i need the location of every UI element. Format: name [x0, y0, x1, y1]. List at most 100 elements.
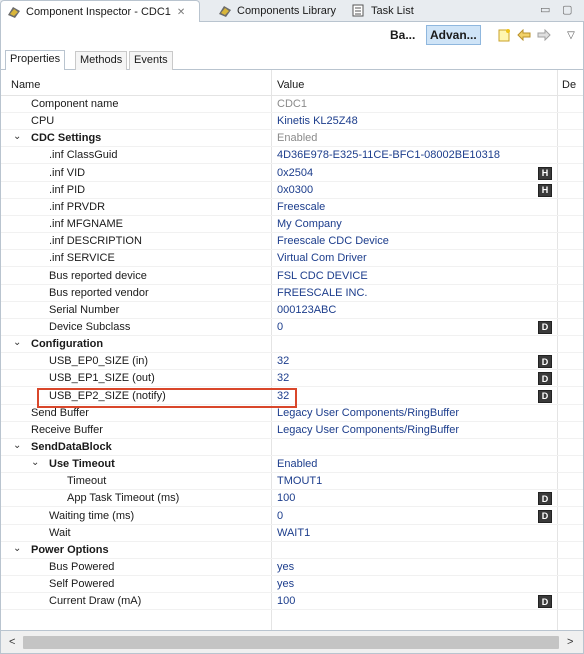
scroll-left-icon[interactable]: <: [9, 636, 15, 648]
property-row[interactable]: ⌄ Use Timeout Enabled: [1, 456, 583, 474]
property-name: Wait: [49, 526, 71, 539]
property-name: Bus reported device: [49, 269, 147, 282]
property-row[interactable]: Component name CDC1: [1, 96, 583, 113]
property-row[interactable]: .inf DESCRIPTION Freescale CDC Device: [1, 233, 583, 251]
maximize-icon[interactable]: ▢: [562, 3, 572, 16]
property-row[interactable]: Bus reported vendor FREESCALE INC.: [1, 285, 583, 302]
property-name: .inf MFGNAME: [49, 218, 123, 231]
tab-label: Task List: [371, 5, 414, 17]
tab-properties[interactable]: Properties: [5, 50, 66, 71]
hex-format-icon[interactable]: H: [538, 183, 552, 197]
decimal-format-icon[interactable]: D: [538, 372, 552, 386]
basic-mode-button[interactable]: Ba...: [387, 25, 418, 45]
decimal-format-icon[interactable]: D: [538, 595, 552, 609]
property-row[interactable]: ⌄ Configuration: [1, 336, 583, 354]
property-row[interactable]: .inf PID 0x0300 H: [1, 182, 583, 199]
property-row[interactable]: Timeout TMOUT1: [1, 473, 583, 491]
decimal-format-icon[interactable]: D: [538, 509, 552, 523]
property-row[interactable]: .inf PRVDR Freescale: [1, 199, 583, 216]
property-value[interactable]: 100: [277, 492, 295, 504]
decimal-format-icon[interactable]: D: [538, 492, 552, 506]
property-row[interactable]: Bus reported device FSL CDC DEVICE: [1, 268, 583, 285]
property-value[interactable]: Freescale CDC Device: [277, 235, 389, 247]
property-row[interactable]: App Task Timeout (ms) 100 D: [1, 490, 583, 508]
property-value[interactable]: FREESCALE INC.: [277, 287, 367, 299]
property-row[interactable]: .inf SERVICE Virtual Com Driver: [1, 250, 583, 268]
tab-components-library[interactable]: Components Library: [212, 0, 342, 22]
property-row[interactable]: Self Powered yes: [1, 576, 583, 594]
back-arrow-icon[interactable]: [516, 27, 532, 43]
property-name: Configuration: [31, 338, 104, 351]
property-name: USB_EP0_SIZE (in): [49, 355, 149, 368]
property-value[interactable]: 100: [277, 595, 295, 607]
property-value[interactable]: CDC1: [277, 98, 307, 110]
column-header-details[interactable]: De: [562, 79, 576, 91]
property-row[interactable]: Waiting time (ms) 0 D: [1, 508, 583, 525]
property-value[interactable]: Kinetis KL25Z48: [277, 115, 358, 127]
property-value[interactable]: TMOUT1: [277, 475, 322, 487]
property-row[interactable]: .inf VID 0x2504 H: [1, 165, 583, 182]
property-value[interactable]: Virtual Com Driver: [277, 252, 367, 264]
property-row[interactable]: .inf MFGNAME My Company: [1, 216, 583, 234]
property-row[interactable]: Serial Number 000123ABC: [1, 302, 583, 319]
tab-component-inspector[interactable]: Component Inspector - CDC1 ✕: [0, 0, 200, 23]
decimal-format-icon[interactable]: D: [538, 389, 552, 403]
property-name: Self Powered: [49, 578, 115, 591]
chevron-down-icon[interactable]: ⌄: [13, 337, 21, 348]
column-header-name[interactable]: Name: [11, 79, 40, 91]
property-name: Receive Buffer: [31, 423, 103, 436]
chevron-down-icon[interactable]: ⌄: [13, 543, 21, 554]
property-value[interactable]: Enabled: [277, 458, 317, 470]
minimize-icon[interactable]: ▭: [540, 3, 550, 16]
property-row[interactable]: Device Subclass 0 D: [1, 319, 583, 336]
property-name: SendDataBlock: [31, 441, 112, 453]
chevron-down-icon[interactable]: ⌄: [13, 440, 21, 451]
property-value[interactable]: 0: [277, 510, 283, 522]
property-value[interactable]: WAIT1: [277, 527, 310, 539]
tab-task-list[interactable]: Task List: [346, 0, 420, 22]
property-row[interactable]: USB_EP0_SIZE (in) 32 D: [1, 353, 583, 371]
property-row[interactable]: Bus Powered yes: [1, 559, 583, 577]
forward-arrow-icon[interactable]: [536, 27, 552, 43]
column-header-value[interactable]: Value: [277, 79, 304, 91]
property-value[interactable]: yes: [277, 561, 294, 573]
property-row[interactable]: Current Draw (mA) 100 D: [1, 593, 583, 611]
hex-format-icon[interactable]: H: [538, 166, 552, 180]
property-value[interactable]: 0x0300: [277, 184, 313, 196]
property-value[interactable]: Legacy User Components/RingBuffer: [277, 407, 459, 419]
property-value[interactable]: Freescale: [277, 201, 325, 213]
property-value[interactable]: 32: [277, 355, 289, 367]
decimal-format-icon[interactable]: D: [538, 355, 552, 369]
property-row[interactable]: USB_EP1_SIZE (out) 32 D: [1, 370, 583, 388]
property-value[interactable]: 4D36E978-E325-11CE-BFC1-08002BE10318: [277, 149, 500, 161]
horizontal-scrollbar[interactable]: < >: [0, 630, 584, 654]
property-row[interactable]: CPU Kinetis KL25Z48: [1, 113, 583, 131]
scrollbar-thumb[interactable]: [23, 636, 559, 649]
property-value[interactable]: My Company: [277, 218, 342, 230]
tab-events[interactable]: Events: [129, 51, 173, 70]
chevron-down-icon[interactable]: ⌄: [13, 131, 21, 142]
scroll-right-icon[interactable]: >: [567, 636, 573, 648]
tab-methods[interactable]: Methods: [75, 51, 128, 70]
chevron-down-icon[interactable]: ⌄: [31, 457, 39, 468]
property-row[interactable]: ⌄ SendDataBlock: [1, 439, 583, 456]
advanced-mode-button[interactable]: Advan...: [426, 25, 481, 45]
property-value[interactable]: FSL CDC DEVICE: [277, 270, 368, 282]
property-row[interactable]: Receive Buffer Legacy User Components/Rin…: [1, 422, 583, 439]
property-row[interactable]: ⌄ CDC Settings Enabled: [1, 130, 583, 148]
new-note-icon[interactable]: [496, 27, 512, 43]
view-menu-icon[interactable]: ▽: [563, 27, 579, 43]
property-name: Waiting time (ms): [49, 509, 135, 522]
property-row[interactable]: ⌄ Power Options: [1, 542, 583, 559]
property-value[interactable]: 0x2504: [277, 167, 313, 179]
property-value[interactable]: Enabled: [277, 132, 317, 144]
decimal-format-icon[interactable]: D: [538, 320, 552, 334]
property-value[interactable]: 000123ABC: [277, 304, 336, 316]
close-icon[interactable]: ✕: [177, 7, 185, 18]
property-row[interactable]: Wait WAIT1: [1, 525, 583, 542]
property-value[interactable]: 32: [277, 372, 289, 384]
property-row[interactable]: .inf ClassGuid 4D36E978-E325-11CE-BFC1-08…: [1, 147, 583, 165]
property-value[interactable]: 0: [277, 321, 283, 333]
property-value[interactable]: yes: [277, 578, 294, 590]
property-value[interactable]: Legacy User Components/RingBuffer: [277, 424, 459, 436]
